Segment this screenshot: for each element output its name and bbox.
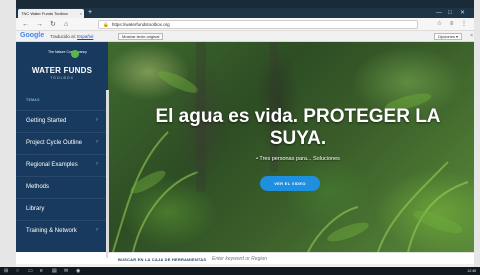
sidebar-item-getting-started[interactable]: Getting Started ›: [16, 110, 108, 131]
translate-close-icon[interactable]: ×: [470, 33, 473, 39]
sidebar-item-label: Project Cycle Outline: [26, 140, 83, 146]
show-original-button[interactable]: Mostrar texto original: [118, 33, 164, 40]
chevron-right-icon: ›: [96, 139, 98, 145]
sidebar-item-project-cycle-outline[interactable]: Project Cycle Outline ›: [16, 132, 108, 153]
file-explorer-icon[interactable]: ▤: [52, 268, 57, 274]
back-icon[interactable]: ←: [22, 20, 29, 29]
sidebar-item-label: Library: [26, 206, 45, 212]
home-icon[interactable]: ⌂: [64, 20, 68, 29]
toolbox-search-bar: BUSCAR EN LA CAJA DE HERRAMIENTAS: [108, 252, 474, 264]
language-link[interactable]: Español: [77, 34, 93, 39]
sidebar-item-regional-examples[interactable]: Regional Examples ›: [16, 154, 108, 175]
org-logo-text: The Nature Conservancy: [48, 50, 87, 54]
sidebar-scrollbar[interactable]: [106, 90, 109, 258]
refresh-icon[interactable]: ↻: [50, 20, 56, 29]
search-input[interactable]: [212, 254, 412, 264]
clock: 12:45: [467, 268, 476, 273]
org-logo[interactable]: The Nature Conservancy: [16, 50, 108, 60]
google-logo: Google: [20, 32, 45, 39]
sidebar-item-library[interactable]: Library: [16, 198, 108, 219]
translated-to-text: Traducido al: Español: [50, 34, 93, 39]
sidebar-item-training-network[interactable]: Training & Network ›: [16, 220, 108, 241]
hero-banner: El agua es vida. PROTEGER LA SUYA. • Tre…: [108, 42, 474, 252]
tab-title: TNC Water Funds Toolbox: [21, 11, 68, 16]
forward-icon[interactable]: →: [36, 20, 43, 29]
browser-icon[interactable]: e: [40, 268, 43, 274]
translated-label: Traducido al:: [50, 34, 76, 39]
mail-icon[interactable]: ✉: [64, 268, 68, 274]
lock-icon: 🔒: [103, 22, 109, 27]
url-text: https://waterfundstoolbox.org: [111, 22, 170, 27]
hero-title: El agua es vida. PROTEGER LA SUYA.: [155, 106, 441, 149]
search-label: BUSCAR EN LA CAJA DE HERRAMIENTAS: [118, 256, 207, 262]
monitor-bezel-top: [0, 0, 480, 8]
site-brand-sub: TOOLBOX: [50, 76, 74, 80]
translate-bar: Google Traducido al: Español Mostrar tex…: [16, 31, 474, 42]
web-page: El agua es vida. PROTEGER LA SUYA. • Tre…: [16, 42, 474, 264]
browser-tab-strip: TNC Water Funds Toolbox × + — □ ✕: [16, 8, 474, 18]
monitor-bezel-right: [474, 0, 480, 275]
app-icon[interactable]: ◉: [76, 268, 80, 274]
start-icon[interactable]: ⊞: [4, 268, 8, 274]
new-tab-button[interactable]: +: [88, 9, 92, 17]
toolbar-icons[interactable]: ☆ ≡ ⋮: [437, 20, 470, 27]
nav-section-label: TEMAS: [26, 98, 40, 102]
sidebar-item-label: Methods: [26, 184, 50, 190]
url-field[interactable]: 🔒 https://waterfundstoolbox.org: [98, 20, 418, 29]
chevron-right-icon: ›: [96, 227, 98, 233]
search-icon[interactable]: ○: [16, 268, 19, 274]
hero-subtitle: • Tres personas para... Soluciones: [256, 156, 340, 162]
sidebar-item-methods[interactable]: Methods: [16, 176, 108, 197]
maximize-icon[interactable]: □: [448, 9, 452, 17]
sidebar-item-label: Regional Examples: [26, 162, 78, 168]
os-taskbar: ⊞ ○ ▭ e ▤ ✉ ◉ 12:45: [0, 267, 480, 275]
options-button[interactable]: Opciones ▾: [433, 33, 462, 40]
chevron-right-icon: ›: [96, 161, 98, 167]
site-brand[interactable]: WATER FUNDS: [16, 66, 108, 75]
monitor-bezel-left: [0, 0, 16, 275]
leaf-logo-icon: [71, 50, 79, 58]
sidebar-item-label: Getting Started: [26, 118, 67, 124]
watch-video-button[interactable]: VER EL VIDEO: [260, 176, 320, 191]
close-window-icon[interactable]: ✕: [460, 9, 465, 17]
browser-toolbar: ← → ↻ ⌂ 🔒 https://waterfundstoolbox.org …: [16, 18, 474, 31]
task-view-icon[interactable]: ▭: [28, 268, 33, 274]
browser-tab[interactable]: TNC Water Funds Toolbox ×: [18, 9, 84, 18]
sidebar: The Nature Conservancy WATER FUNDS TOOLB…: [16, 42, 108, 252]
minimize-icon[interactable]: —: [436, 9, 442, 17]
tab-close-icon[interactable]: ×: [80, 11, 82, 16]
sidebar-item-label: Training & Network: [26, 228, 77, 234]
chevron-right-icon: ›: [96, 117, 98, 123]
